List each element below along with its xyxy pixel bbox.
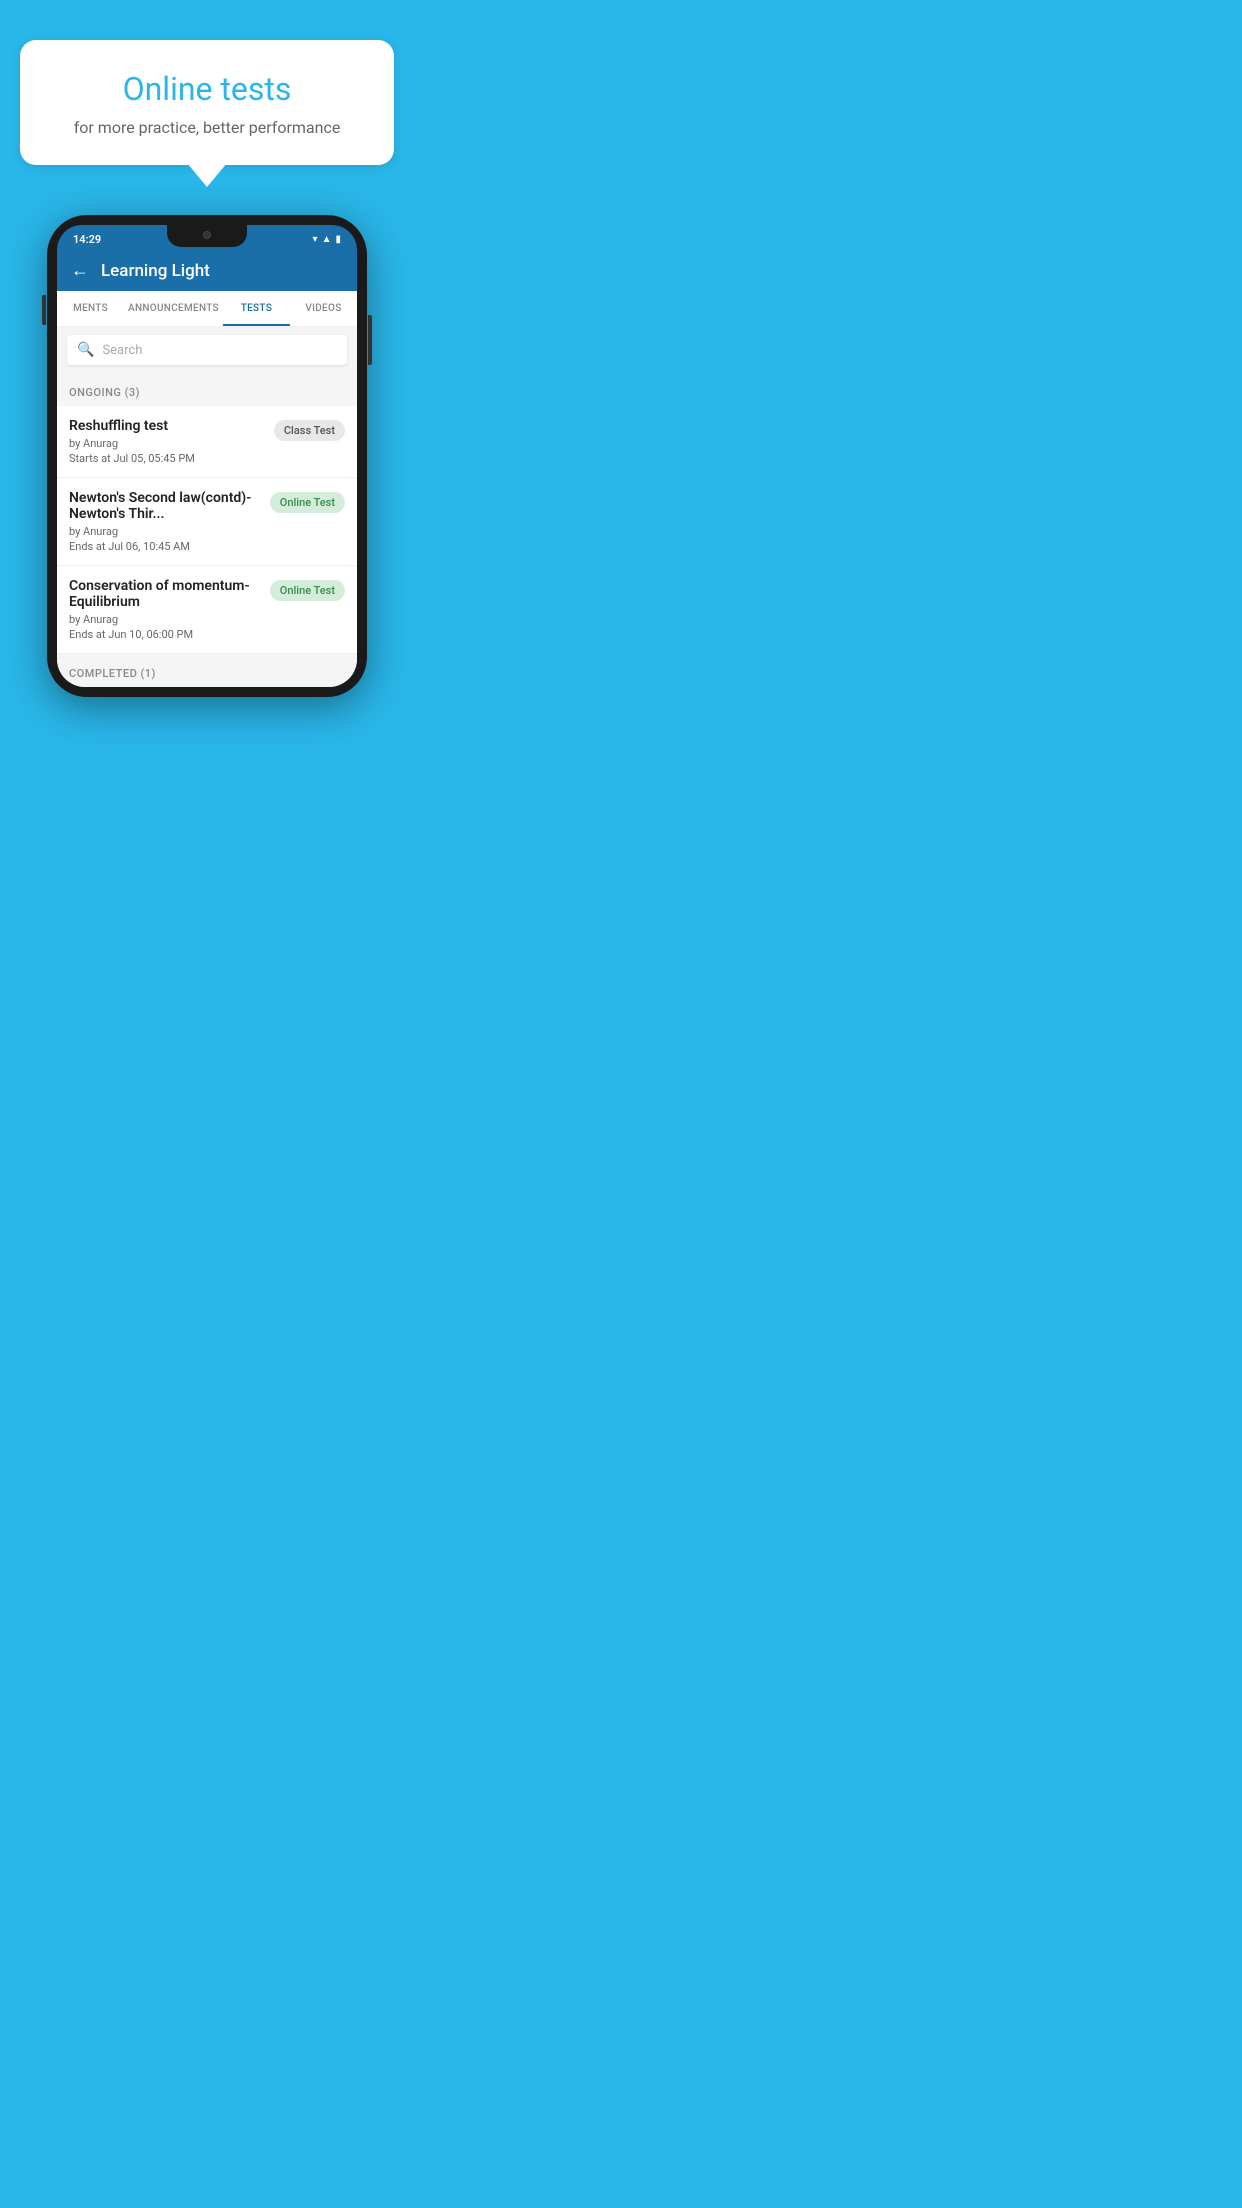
- camera-icon: [203, 231, 211, 239]
- speech-bubble: Online tests for more practice, better p…: [20, 40, 394, 165]
- back-button[interactable]: ←: [71, 260, 89, 281]
- phone-notch: [167, 225, 247, 247]
- tab-announcements[interactable]: ANNOUNCEMENTS: [124, 291, 223, 326]
- ongoing-section-header: ONGOING (3): [57, 373, 357, 406]
- phone-frame: 14:29 ▾ ▲ ▮ ← Learning Light: [47, 215, 367, 697]
- tab-videos[interactable]: VIDEOS: [290, 291, 357, 326]
- search-container: 🔍 Search: [57, 327, 357, 373]
- test-date-reshuffling: Starts at Jul 05, 05:45 PM: [69, 452, 266, 465]
- phone-side-button-left: [42, 295, 46, 325]
- test-author-conservation: by Anurag: [69, 613, 262, 626]
- tab-tests[interactable]: TESTS: [223, 291, 290, 326]
- test-item-conservation[interactable]: Conservation of momentum-Equilibrium by …: [57, 566, 357, 654]
- phone-screen: MENTS ANNOUNCEMENTS TESTS VIDEOS 🔍: [57, 291, 357, 687]
- test-author-reshuffling: by Anurag: [69, 437, 266, 450]
- phone-mockup: 14:29 ▾ ▲ ▮ ← Learning Light: [47, 215, 367, 697]
- background-area: Online tests for more practice, better p…: [0, 0, 414, 697]
- test-item-newtons[interactable]: Newton's Second law(contd)-Newton's Thir…: [57, 478, 357, 566]
- test-date-newtons: Ends at Jul 06, 10:45 AM: [69, 540, 262, 553]
- test-badge-newtons: Online Test: [270, 492, 345, 513]
- tabs-bar: MENTS ANNOUNCEMENTS TESTS VIDEOS: [57, 291, 357, 327]
- test-info-reshuffling: Reshuffling test by Anurag Starts at Jul…: [69, 418, 274, 465]
- test-info-conservation: Conservation of momentum-Equilibrium by …: [69, 578, 270, 641]
- test-info-newtons: Newton's Second law(contd)-Newton's Thir…: [69, 490, 270, 553]
- test-author-newtons: by Anurag: [69, 525, 262, 538]
- battery-icon: ▮: [335, 234, 341, 245]
- app-bar: ← Learning Light: [57, 250, 357, 291]
- test-list: Reshuffling test by Anurag Starts at Jul…: [57, 406, 357, 654]
- search-bar[interactable]: 🔍 Search: [67, 335, 347, 365]
- status-icons: ▾ ▲ ▮: [313, 234, 341, 245]
- search-input[interactable]: Search: [102, 343, 142, 358]
- test-badge-conservation: Online Test: [270, 580, 345, 601]
- wifi-icon: ▾: [313, 234, 318, 245]
- test-badge-reshuffling: Class Test: [274, 420, 345, 441]
- signal-icon: ▲: [322, 234, 332, 245]
- phone-side-button-right: [368, 315, 372, 365]
- bubble-title: Online tests: [50, 70, 364, 108]
- test-name-conservation: Conservation of momentum-Equilibrium: [69, 578, 262, 610]
- status-time: 14:29: [73, 233, 101, 246]
- completed-section-header: COMPLETED (1): [57, 654, 357, 687]
- app-title: Learning Light: [101, 261, 210, 281]
- bubble-subtitle: for more practice, better performance: [50, 118, 364, 137]
- test-name-reshuffling: Reshuffling test: [69, 418, 266, 434]
- test-name-newtons: Newton's Second law(contd)-Newton's Thir…: [69, 490, 262, 522]
- status-bar-area: 14:29 ▾ ▲ ▮ ← Learning Light: [57, 225, 357, 291]
- ongoing-label: ONGOING (3): [69, 386, 140, 399]
- tab-ments[interactable]: MENTS: [57, 291, 124, 326]
- test-item-reshuffling[interactable]: Reshuffling test by Anurag Starts at Jul…: [57, 406, 357, 478]
- test-date-conservation: Ends at Jun 10, 06:00 PM: [69, 628, 262, 641]
- search-icon: 🔍: [77, 342, 94, 358]
- completed-label: COMPLETED (1): [69, 667, 156, 680]
